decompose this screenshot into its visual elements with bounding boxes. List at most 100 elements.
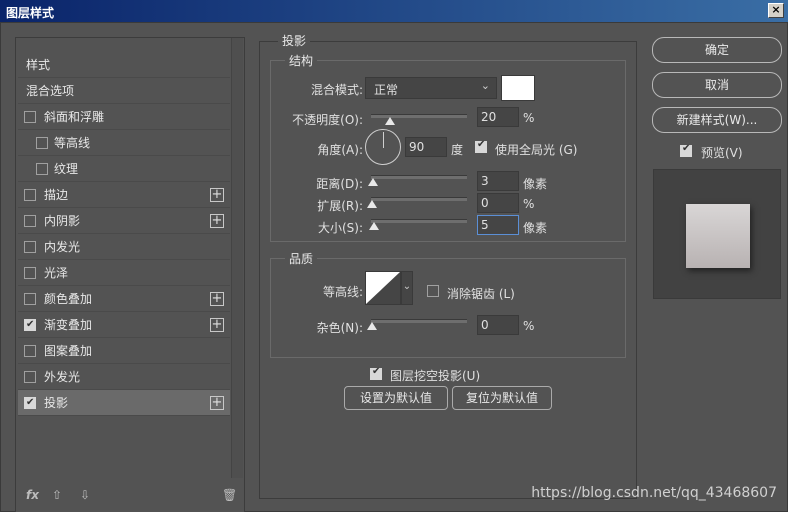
distance-slider[interactable] — [368, 175, 467, 186]
style-list-item[interactable]: 混合选项 — [18, 78, 230, 104]
style-list-item[interactable]: 纹理 — [18, 156, 230, 182]
style-item-checkbox[interactable] — [24, 241, 36, 253]
noise-unit: % — [523, 319, 535, 333]
spread-slider[interactable] — [367, 197, 467, 208]
add-effect-icon[interactable]: + — [210, 188, 224, 202]
angle-dial[interactable] — [365, 129, 401, 165]
angle-input[interactable]: 90 — [405, 137, 447, 157]
style-item-checkbox[interactable] — [24, 345, 36, 357]
style-item-checkbox[interactable] — [24, 312, 36, 338]
style-item-checkbox[interactable] — [24, 371, 36, 383]
opacity-slider[interactable] — [371, 114, 467, 125]
add-effect-icon[interactable]: + — [210, 292, 224, 306]
noise-input[interactable]: 0 — [477, 315, 519, 335]
style-list-item[interactable]: 光泽 — [18, 260, 230, 286]
size-unit: 像素 — [523, 221, 548, 235]
style-list-item[interactable]: 外发光 — [18, 364, 230, 390]
style-list-item[interactable]: 描边 + — [18, 182, 230, 208]
contour-preview[interactable] — [365, 271, 401, 305]
quality-group: 品质 等高线: ⌄ 消除锯齿 (L) 杂色(N): 0 % — [270, 250, 626, 358]
blend-mode-select[interactable]: 正常 ⌄ — [365, 77, 497, 99]
style-item-checkbox[interactable] — [36, 163, 48, 175]
size-slider[interactable] — [369, 219, 467, 230]
angle-unit: 度 — [451, 143, 464, 157]
ok-button[interactable]: 确定 — [652, 37, 782, 63]
spread-slider-thumb[interactable] — [367, 200, 377, 208]
add-effect-icon[interactable]: + — [210, 396, 224, 410]
style-item-checkbox[interactable] — [24, 111, 36, 123]
move-down-icon[interactable]: ⇩ — [80, 488, 90, 502]
shadow-color-swatch[interactable] — [501, 75, 535, 101]
preview-swatch — [686, 204, 750, 268]
style-list-item[interactable]: 样式 — [18, 52, 230, 78]
size-slider-thumb[interactable] — [369, 222, 379, 230]
noise-label: 杂色(N): — [316, 321, 363, 335]
blend-mode-value: 正常 — [374, 83, 399, 97]
distance-input[interactable]: 3 — [477, 171, 519, 191]
distance-unit: 像素 — [523, 177, 548, 191]
style-item-label: 混合选项 — [26, 84, 75, 98]
title-bar: 图层样式 × — [0, 0, 788, 22]
distance-slider-thumb[interactable] — [368, 178, 378, 186]
knockout-checkbox[interactable] — [370, 366, 382, 380]
style-item-checkbox[interactable] — [24, 215, 36, 227]
size-input[interactable]: 5 — [477, 215, 519, 235]
style-item-label: 等高线 — [54, 136, 91, 150]
style-list-item[interactable]: 投影 + — [18, 390, 230, 416]
style-list-scrollbar[interactable] — [231, 38, 243, 478]
preview-checkbox[interactable] — [680, 143, 692, 157]
style-item-label: 样式 — [26, 58, 51, 72]
style-item-checkbox[interactable] — [36, 137, 48, 149]
global-light-label: 使用全局光 (G) — [495, 143, 578, 157]
style-item-checkbox[interactable] — [24, 189, 36, 201]
angle-label: 角度(A): — [317, 143, 363, 157]
cancel-button[interactable]: 取消 — [652, 72, 782, 98]
style-list-item[interactable]: 内阴影 + — [18, 208, 230, 234]
window-title: 图层样式 — [6, 6, 55, 20]
global-light-checkbox[interactable] — [475, 139, 487, 153]
contour-curve-icon — [366, 272, 400, 304]
style-item-label: 纹理 — [54, 162, 79, 176]
style-list-item[interactable]: 图案叠加 — [18, 338, 230, 364]
antialias-label: 消除锯齿 (L) — [447, 287, 515, 301]
style-list-item[interactable]: 等高线 — [18, 130, 230, 156]
style-item-label: 描边 — [44, 188, 69, 202]
knockout-label: 图层挖空投影(U) — [390, 369, 481, 383]
opacity-label: 不透明度(O): — [292, 113, 363, 127]
spread-label: 扩展(R): — [317, 199, 363, 213]
noise-slider-thumb[interactable] — [367, 322, 377, 330]
opacity-slider-thumb[interactable] — [385, 117, 396, 125]
fx-icon[interactable]: fx — [26, 488, 39, 502]
preview-label: 预览(V) — [701, 146, 743, 160]
style-list-item[interactable]: 渐变叠加 + — [18, 312, 230, 338]
opacity-input[interactable]: 20 — [477, 107, 519, 127]
style-item-checkbox[interactable] — [24, 293, 36, 305]
size-label: 大小(S): — [317, 221, 363, 235]
add-effect-icon[interactable]: + — [210, 318, 224, 332]
set-default-button[interactable]: 设置为默认值 — [344, 386, 448, 410]
style-list-item[interactable]: 内发光 — [18, 234, 230, 260]
drop-shadow-panel: 投影 结构 混合模式: 正常 ⌄ 不透明度(O): 20 % 角度(A): 90… — [259, 32, 637, 499]
add-effect-icon[interactable]: + — [210, 214, 224, 228]
move-up-icon[interactable]: ⇧ — [52, 488, 62, 502]
trash-icon[interactable]: 🗑 — [222, 488, 237, 502]
noise-slider[interactable] — [367, 319, 467, 330]
close-button[interactable]: × — [768, 3, 784, 18]
style-preview — [653, 169, 781, 299]
antialias-checkbox[interactable] — [427, 285, 439, 297]
blend-mode-label: 混合模式: — [310, 83, 363, 97]
reset-default-button[interactable]: 复位为默认值 — [452, 386, 552, 410]
style-item-label: 投影 — [44, 396, 69, 410]
style-item-checkbox[interactable] — [24, 390, 36, 416]
structure-group: 结构 混合模式: 正常 ⌄ 不透明度(O): 20 % 角度(A): 90 度 … — [270, 52, 626, 242]
contour-dropdown[interactable]: ⌄ — [401, 271, 413, 305]
style-item-label: 渐变叠加 — [44, 318, 93, 332]
watermark: https://blog.csdn.net/qq_43468607 — [531, 485, 777, 501]
new-style-button[interactable]: 新建样式(W)... — [652, 107, 782, 133]
style-list-item[interactable]: 斜面和浮雕 — [18, 104, 230, 130]
style-list-item[interactable]: 颜色叠加 + — [18, 286, 230, 312]
style-item-checkbox[interactable] — [24, 267, 36, 279]
spread-input[interactable]: 0 — [477, 193, 519, 213]
style-item-label: 内阴影 — [44, 214, 81, 228]
style-list-footer: fx ⇧ ⇩ 🗑 — [18, 482, 240, 508]
